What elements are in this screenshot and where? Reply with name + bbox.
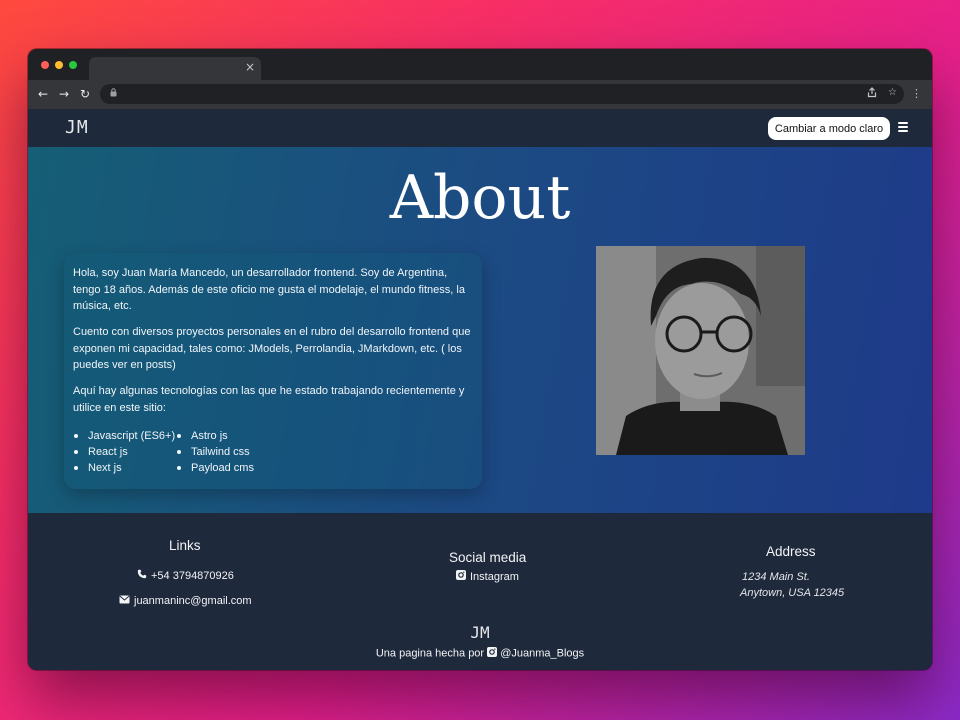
tech-item: Javascript (ES6+) — [73, 428, 175, 444]
about-card: Hola, soy Juan María Mancedo, un desarro… — [64, 253, 482, 489]
site-logo[interactable]: JM — [65, 117, 89, 138]
instagram-icon — [456, 570, 466, 583]
lock-icon — [110, 88, 117, 100]
site-footer: Links +54 3794870926 juanmaninc@gmail.co… — [28, 513, 932, 670]
instagram-link[interactable]: Instagram — [456, 570, 519, 583]
browser-menu-icon[interactable]: ⋮ — [911, 87, 922, 101]
tech-list-column-2: Astro js Tailwind css Payload cms — [176, 428, 254, 476]
close-window-button[interactable] — [41, 61, 49, 69]
webpage: JM Cambiar a modo claro About Hola, soy … — [28, 109, 932, 670]
address-line-1: 1234 Main St. — [742, 571, 810, 583]
address-line-2: Anytown, USA 12345 — [740, 587, 845, 599]
tech-item: Tailwind css — [176, 444, 254, 460]
about-section: About Hola, soy Juan María Mancedo, un d… — [28, 147, 932, 513]
footer-logo: JM — [470, 623, 490, 642]
phone-number: +54 3794870926 — [151, 569, 234, 582]
credit-handle-link[interactable]: @Juanma_Blogs — [500, 647, 584, 659]
profile-photo — [596, 246, 805, 455]
email-link[interactable]: juanmaninc@gmail.com — [119, 595, 252, 607]
tech-item: Payload cms — [176, 460, 254, 476]
email-address: juanmaninc@gmail.com — [134, 595, 252, 607]
footer-credit: Una pagina hecha por @Juanma_Blogs — [28, 647, 932, 660]
bookmark-star-icon[interactable]: ☆ — [888, 87, 897, 98]
instagram-label: Instagram — [470, 570, 519, 583]
site-navbar: JM Cambiar a modo claro — [28, 109, 932, 147]
forward-icon[interactable]: → — [56, 86, 72, 102]
browser-window: × ← → ↻ ☆ ⋮ JM Cambiar a modo claro Abou… — [28, 49, 932, 670]
tech-list-column-1: Javascript (ES6+) React js Next js — [73, 428, 175, 476]
browser-toolbar: ← → ↻ ☆ ⋮ — [28, 80, 932, 109]
links-heading: Links — [169, 538, 201, 553]
phone-icon — [137, 569, 147, 582]
page-title: About — [389, 163, 571, 233]
tech-item: Astro js — [176, 428, 254, 444]
address-heading: Address — [766, 544, 816, 559]
maximize-window-button[interactable] — [69, 61, 77, 69]
address-bar[interactable]: ☆ — [100, 84, 904, 104]
about-paragraph-2: Cuento con diversos proyectos personales… — [73, 326, 471, 371]
tech-item: React js — [73, 444, 175, 460]
reload-icon[interactable]: ↻ — [77, 86, 93, 102]
credit-prefix: Una pagina hecha por — [375, 647, 485, 660]
back-icon[interactable]: ← — [35, 86, 51, 102]
share-icon[interactable] — [867, 87, 877, 101]
theme-toggle-button[interactable]: Cambiar a modo claro — [768, 117, 890, 140]
instagram-icon — [487, 647, 498, 660]
minimize-window-button[interactable] — [55, 61, 63, 69]
hamburger-icon[interactable] — [898, 122, 908, 132]
tab-close-icon[interactable]: × — [245, 60, 255, 74]
about-paragraph-1: Hola, soy Juan María Mancedo, un desarro… — [73, 267, 465, 312]
about-paragraph-3: Aquí hay algunas tecnologías con las que… — [73, 385, 465, 414]
browser-tab[interactable]: × — [89, 57, 261, 80]
envelope-icon — [119, 595, 130, 607]
tech-item: Next js — [73, 460, 175, 476]
phone-link[interactable]: +54 3794870926 — [137, 569, 234, 582]
social-media-heading: Social media — [449, 550, 527, 565]
tab-strip: × — [28, 49, 932, 80]
